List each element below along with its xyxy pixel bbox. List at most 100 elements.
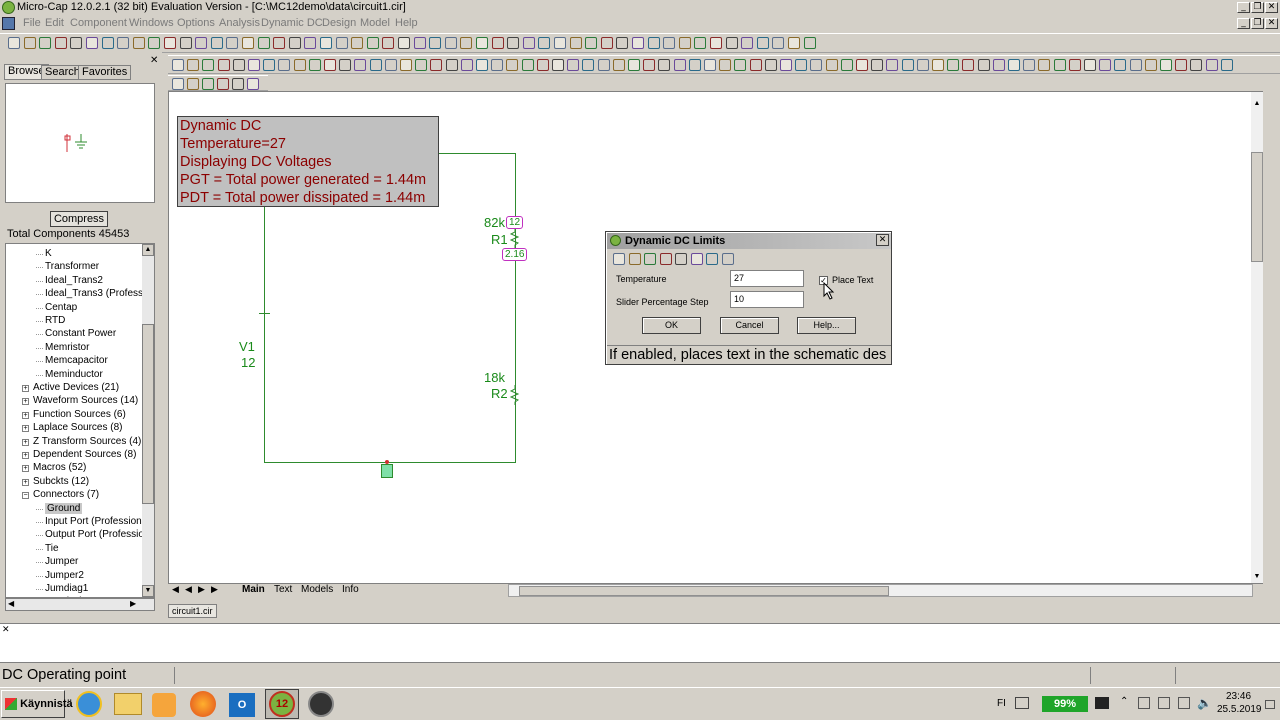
schematic-tool-icon[interactable] — [536, 59, 549, 71]
battery-indicator[interactable]: 99% — [1042, 696, 1088, 712]
schematic-tool-icon[interactable] — [719, 59, 732, 71]
toolbar-tool-icon[interactable] — [382, 37, 395, 49]
tree-group-expander[interactable]: + — [22, 398, 29, 406]
schematic-tool-icon[interactable] — [643, 59, 656, 71]
tree-group[interactable]: Subckts (12) — [33, 476, 89, 487]
align-tool-icon[interactable] — [247, 78, 259, 90]
keyboard-icon[interactable] — [1015, 697, 1029, 709]
schematic-tool-icon[interactable] — [597, 59, 610, 71]
schematic-tool-icon[interactable] — [840, 59, 853, 71]
resistor-r1-symbol[interactable] — [507, 228, 521, 248]
schematic-tool-icon[interactable] — [749, 59, 762, 71]
toolbar-tool-icon[interactable] — [772, 37, 785, 49]
tab-models[interactable]: Models — [301, 584, 333, 595]
toolbar-tool-icon[interactable] — [678, 37, 691, 49]
clock-date[interactable]: 25.5.2019 — [1217, 704, 1262, 715]
tree-group-expander[interactable]: + — [22, 411, 29, 419]
schematic-tool-icon[interactable] — [202, 59, 215, 71]
toolbar-tool-icon[interactable] — [756, 37, 769, 49]
schematic-tool-icon[interactable] — [521, 59, 534, 71]
schematic-tool-icon[interactable] — [248, 59, 260, 71]
schematic-tool-icon[interactable] — [324, 59, 336, 71]
output-window[interactable]: ✕ — [0, 623, 1280, 663]
toolbar-tool-icon[interactable] — [117, 37, 130, 49]
align-tool-icon[interactable] — [172, 78, 184, 90]
toolbar-tool-icon[interactable] — [304, 37, 317, 49]
output-close-icon[interactable]: ✕ — [2, 624, 10, 635]
schematic-tool-icon[interactable] — [764, 59, 777, 71]
help-button[interactable]: Help... — [797, 317, 856, 334]
schematic-tool-icon[interactable] — [1084, 59, 1096, 71]
toolbar-tool-icon[interactable] — [725, 37, 738, 49]
toolbar-tool-icon[interactable] — [164, 37, 176, 49]
schematic-tool-icon[interactable] — [810, 59, 823, 71]
r1-value[interactable]: 82k — [484, 215, 505, 230]
tree-leaf[interactable]: Ideal_Trans2 — [45, 275, 103, 286]
tab-favorites[interactable]: Favorites — [78, 65, 132, 80]
schematic-tool-icon[interactable] — [658, 59, 671, 71]
toolbar-tool-icon[interactable] — [54, 37, 67, 49]
menu-model[interactable]: Model — [360, 17, 390, 29]
doc-close-icon[interactable]: ✕ — [1265, 18, 1278, 29]
schematic-tool-icon[interactable] — [430, 59, 443, 71]
compress-button[interactable]: Compress — [50, 211, 108, 227]
schematic-tool-icon[interactable] — [187, 59, 200, 71]
firefox-icon[interactable] — [190, 691, 216, 717]
toolbar-tool-icon[interactable] — [741, 37, 754, 49]
toolbar-tool-icon[interactable] — [226, 37, 239, 49]
schematic-tool-icon[interactable] — [1205, 59, 1218, 71]
toolbar-tool-icon[interactable] — [413, 37, 426, 49]
tree-leaf[interactable]: Jumdiag1 — [45, 583, 88, 594]
tree-scroll-thumb[interactable] — [142, 324, 154, 504]
align-tool-icon[interactable] — [187, 78, 199, 90]
tree-leaf[interactable]: Constant Power — [45, 328, 116, 339]
tree-group-expander[interactable]: + — [22, 465, 29, 473]
scroll-left-icon[interactable]: ◀ — [8, 599, 14, 608]
toolbar-tool-icon[interactable] — [366, 37, 379, 49]
toolbar-tool-icon[interactable] — [86, 37, 98, 49]
dynamic-dc-info-box[interactable]: Dynamic DC Temperature=27 Displaying DC … — [177, 116, 439, 207]
media-player-icon[interactable] — [152, 693, 176, 717]
tree-group[interactable]: Function Sources (6) — [33, 409, 126, 420]
dialog-tool-icon[interactable] — [690, 253, 703, 265]
volume-icon[interactable]: 🔈 — [1197, 696, 1212, 710]
toolbar-tool-icon[interactable] — [476, 37, 488, 49]
menu-file[interactable]: File — [23, 17, 41, 29]
tab-last-icon[interactable]: ▶ — [211, 584, 218, 595]
doc-minimize-icon[interactable]: _ — [1237, 18, 1250, 29]
tree-group-expander[interactable]: + — [22, 425, 29, 433]
toolbar-tool-icon[interactable] — [335, 37, 348, 49]
schematic-tool-icon[interactable] — [384, 59, 397, 71]
tree-leaf[interactable]: Tie — [45, 543, 59, 554]
toolbar-tool-icon[interactable] — [132, 37, 145, 49]
doc-icon[interactable] — [2, 17, 15, 30]
toolbar-tool-icon[interactable] — [522, 37, 535, 49]
toolbar-tool-icon[interactable] — [647, 37, 660, 49]
schematic-tool-icon[interactable] — [400, 59, 412, 71]
restore-icon[interactable]: ❐ — [1251, 2, 1264, 13]
toolbar-tool-icon[interactable] — [663, 37, 676, 49]
schematic-tool-icon[interactable] — [1144, 59, 1157, 71]
tree-leaf[interactable]: Jumper — [45, 556, 78, 567]
toolbar-tool-icon[interactable] — [242, 37, 254, 49]
align-tool-icon[interactable] — [217, 78, 229, 90]
schematic-tool-icon[interactable] — [506, 59, 519, 71]
toolbar-tool-icon[interactable] — [257, 37, 270, 49]
schematic-tool-icon[interactable] — [476, 59, 488, 71]
tree-leaf[interactable]: Jumper2 — [45, 570, 84, 581]
schematic-tool-icon[interactable] — [1038, 59, 1051, 71]
toolbar-tool-icon[interactable] — [179, 37, 192, 49]
schematic-tool-icon[interactable] — [612, 59, 625, 71]
toolbar-tool-icon[interactable] — [23, 37, 36, 49]
menu-dynamic-dc[interactable]: Dynamic DC — [261, 17, 323, 29]
schem-scroll-up-icon[interactable]: ▲ — [1251, 100, 1263, 110]
dialog-tool-icon[interactable] — [675, 253, 687, 265]
menu-options[interactable]: Options — [177, 17, 215, 29]
toolbar-tool-icon[interactable] — [616, 37, 629, 49]
menu-component[interactable]: Component — [70, 17, 127, 29]
menu-help[interactable]: Help — [395, 17, 418, 29]
toolbar-tool-icon[interactable] — [288, 37, 301, 49]
schematic-tool-icon[interactable] — [263, 59, 276, 71]
close-icon[interactable]: ✕ — [1265, 2, 1278, 13]
schematic-tool-icon[interactable] — [415, 59, 428, 71]
